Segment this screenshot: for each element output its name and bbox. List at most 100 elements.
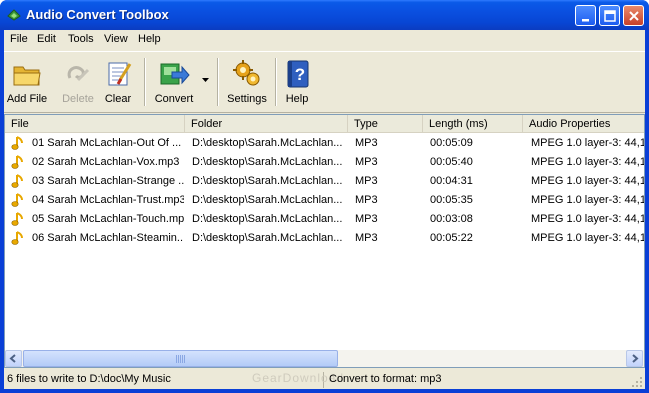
table-row[interactable]: 01 Sarah McLachlan-Out Of ... D:\desktop\… [5,134,644,153]
type-cell: MP3 [355,137,378,149]
title-bar[interactable]: Audio Convert Toolbox [0,0,649,30]
toolbar-separator [217,58,219,106]
help-button[interactable]: ? Help [280,56,314,110]
convert-button[interactable]: Convert [150,56,198,110]
help-label: Help [285,93,309,105]
type-cell: MP3 [355,194,378,206]
settings-icon [233,60,260,86]
file-name-cell: 05 Sarah McLachlan-Touch.mp3 [32,213,184,225]
client-area: File Edit Tools View Help Add File Delet… [4,30,645,389]
status-convert-format: Convert to format: mp3 [329,373,442,385]
convert-label: Convert [154,93,194,105]
scroll-thumb[interactable] [23,350,338,367]
close-button[interactable] [623,5,644,26]
menu-file[interactable]: File [10,33,28,45]
file-name-cell: 03 Sarah McLachlan-Strange ... [32,175,184,187]
convert-dropdown-button[interactable] [200,56,212,110]
table-row[interactable]: 06 Sarah McLachlan-Steamin... D:\desktop\… [5,229,644,248]
audio-properties-cell: MPEG 1.0 layer-3: 44,1( [531,156,644,168]
delete-icon [67,66,90,82]
settings-label: Settings [227,93,267,105]
delete-label: Delete [62,93,94,105]
length-cell: 00:05:09 [430,137,473,149]
type-cell: MP3 [355,175,378,187]
maximize-button[interactable] [599,5,620,26]
audio-properties-cell: MPEG 1.0 layer-3: 44,1( [531,194,644,206]
file-name-cell: 01 Sarah McLachlan-Out Of ... [32,137,182,149]
scroll-left-button[interactable] [5,350,22,367]
scroll-right-button[interactable] [626,350,643,367]
audio-properties-cell: MPEG 1.0 layer-3: 44,1( [531,213,644,225]
menu-bar: File Edit Tools View Help [4,30,645,50]
maximize-icon [604,10,616,22]
minimize-button[interactable] [575,5,596,26]
music-note-icon [11,155,23,169]
clear-icon [108,62,132,86]
toolbar: Add File Delete Clear Convert Settings ?… [4,51,645,113]
column-header-folder[interactable]: Folder [185,115,348,132]
arrow-left-icon [9,354,16,363]
table-row[interactable]: 05 Sarah McLachlan-Touch.mp3 D:\desktop\S… [5,210,644,229]
column-header-audio-properties[interactable]: Audio Properties [523,115,644,132]
minimize-icon [582,19,589,22]
folder-cell: D:\desktop\Sarah.McLachlan... [192,194,343,206]
column-header-type[interactable]: Type [348,115,423,132]
app-window: Audio Convert Toolbox File Edit Tools Vi… [0,0,649,393]
list-rows: 01 Sarah McLachlan-Out Of ... D:\desktop\… [5,134,644,350]
status-bar: 6 files to write to D:\doc\My Music Gear… [4,370,645,389]
delete-button[interactable]: Delete [59,56,97,110]
clear-label: Clear [104,93,132,105]
type-cell: MP3 [355,232,378,244]
file-name-cell: 02 Sarah McLachlan-Vox.mp3 [32,156,180,168]
folder-cell: D:\desktop\Sarah.McLachlan... [192,232,343,244]
app-icon [7,9,21,21]
menu-view[interactable]: View [104,33,128,45]
folder-cell: D:\desktop\Sarah.McLachlan... [192,137,343,149]
music-note-icon [11,231,23,245]
audio-properties-cell: MPEG 1.0 layer-3: 44,1( [531,175,644,187]
music-note-icon [11,136,23,150]
audio-properties-cell: MPEG 1.0 layer-3: 44,1( [531,232,644,244]
resize-grip-icon[interactable] [631,376,643,388]
type-cell: MP3 [355,156,378,168]
arrow-right-icon [632,354,639,363]
file-name-cell: 04 Sarah McLachlan-Trust.mp3 [32,194,184,206]
add-file-button[interactable]: Add File [4,56,50,110]
length-cell: 00:04:31 [430,175,473,187]
table-row[interactable]: 03 Sarah McLachlan-Strange ... D:\desktop… [5,172,644,191]
folder-icon [13,66,41,86]
file-name-cell: 06 Sarah McLachlan-Steamin... [32,232,184,244]
folder-cell: D:\desktop\Sarah.McLachlan... [192,175,343,187]
menu-help[interactable]: Help [138,33,161,45]
music-note-icon [11,212,23,226]
folder-cell: D:\desktop\Sarah.McLachlan... [192,213,343,225]
horizontal-scrollbar[interactable] [5,350,644,367]
length-cell: 00:05:22 [430,232,473,244]
convert-icon [160,63,190,85]
clear-button[interactable]: Clear [100,56,136,110]
add-file-label: Add File [6,93,48,105]
svg-text:?: ? [295,65,305,84]
settings-button[interactable]: Settings [224,56,270,110]
length-cell: 00:03:08 [430,213,473,225]
music-note-icon [11,174,23,188]
file-list[interactable]: File Folder Type Length (ms) Audio Prope… [4,114,645,368]
type-cell: MP3 [355,213,378,225]
toolbar-separator [275,58,277,106]
length-cell: 00:05:35 [430,194,473,206]
chevron-down-icon [202,78,209,82]
column-header-file[interactable]: File [5,115,185,132]
length-cell: 00:05:40 [430,156,473,168]
table-row[interactable]: 02 Sarah McLachlan-Vox.mp3 D:\desktop\Sar… [5,153,644,172]
audio-properties-cell: MPEG 1.0 layer-3: 44,1( [531,137,644,149]
music-note-icon [11,193,23,207]
toolbar-separator [144,58,146,106]
close-icon [629,11,639,21]
column-header-length[interactable]: Length (ms) [423,115,523,132]
table-row[interactable]: 04 Sarah McLachlan-Trust.mp3 D:\desktop\S… [5,191,644,210]
list-header: File Folder Type Length (ms) Audio Prope… [5,115,644,133]
scroll-grip [176,355,186,363]
window-title: Audio Convert Toolbox [26,7,169,22]
menu-edit[interactable]: Edit [37,33,56,45]
menu-tools[interactable]: Tools [68,33,94,45]
